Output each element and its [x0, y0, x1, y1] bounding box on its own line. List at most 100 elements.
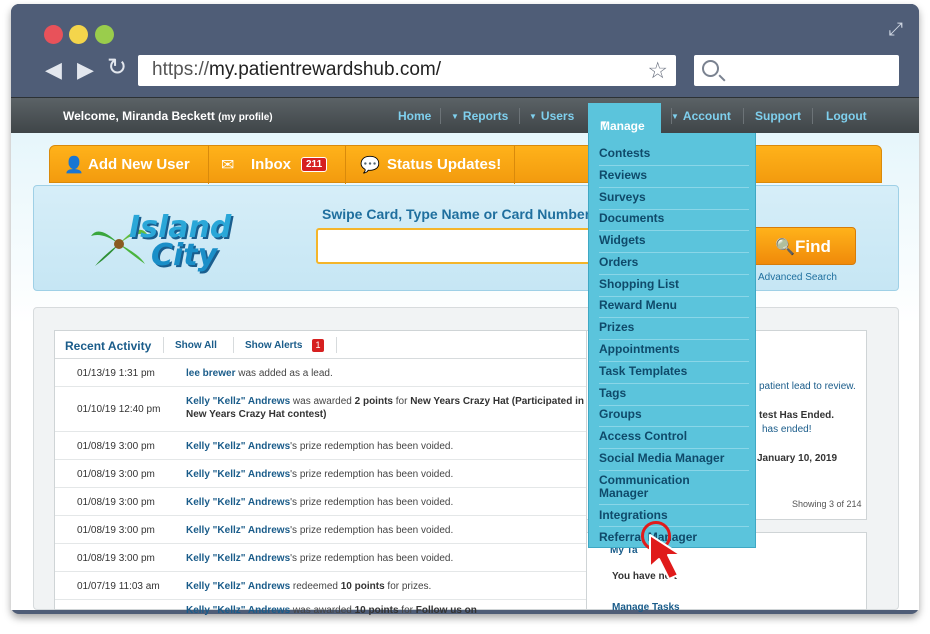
user-link[interactable]: Kelly "Kellz" Andrews: [186, 441, 290, 452]
swipe-card-input[interactable]: [316, 228, 616, 264]
user-link[interactable]: Kelly "Kellz" Andrews: [186, 525, 290, 536]
user-link[interactable]: Kelly "Kellz" Andrews: [186, 605, 290, 616]
header-divider: [233, 337, 234, 353]
top-navigation-bar: Welcome, Miranda Beckett (my profile) Ho…: [11, 97, 919, 133]
menu-item-contests[interactable]: Contests: [599, 147, 749, 160]
minimize-window-button[interactable]: [69, 25, 88, 44]
menu-item-tags[interactable]: Tags: [599, 387, 749, 400]
menu-item-groups[interactable]: Groups: [599, 408, 749, 421]
showing-count: Showing 3 of 214: [792, 499, 862, 509]
menu-divider: [599, 187, 749, 188]
address-bar[interactable]: https://my.patientrewardshub.com/ ☆: [138, 55, 676, 86]
inbox-count-badge: 211: [301, 157, 328, 172]
contest-ended-link[interactable]: has ended!: [762, 424, 812, 435]
close-window-button[interactable]: [44, 25, 63, 44]
envelope-icon: ✉: [221, 157, 235, 174]
menu-divider: [599, 383, 749, 384]
menu-divider: [599, 252, 749, 253]
nav-reports[interactable]: ▼ Reports: [451, 109, 508, 123]
nav-divider: [812, 108, 813, 124]
menu-item-reviews[interactable]: Reviews: [599, 169, 749, 182]
manage-tasks-link[interactable]: Manage Tasks: [612, 602, 680, 613]
user-link[interactable]: Kelly "Kellz" Andrews: [186, 553, 290, 564]
search-icon: 🔍: [775, 239, 795, 256]
user-link[interactable]: Kelly "Kellz" Andrews: [186, 469, 290, 480]
add-new-user-tab[interactable]: 👤 Add New User: [50, 146, 208, 184]
advanced-search-link[interactable]: Advanced Search: [758, 272, 837, 283]
activity-date: 01/08/19 3:00 pm: [77, 553, 155, 564]
nav-logout[interactable]: Logout: [826, 109, 867, 123]
chat-bubble-icon: 💬: [360, 157, 380, 174]
menu-divider: [599, 209, 749, 210]
cursor-arrow-icon: [649, 534, 682, 580]
browser-chrome: ◀ ▶ ↻ https://my.patientrewardshub.com/ …: [11, 4, 919, 101]
find-button[interactable]: 🔍 Find: [746, 227, 856, 265]
user-link[interactable]: Kelly "Kellz" Andrews: [186, 581, 290, 592]
menu-item-reward-menu[interactable]: Reward Menu: [599, 299, 749, 312]
user-link[interactable]: Kelly "Kellz" Andrews: [186, 396, 290, 407]
menu-item-communication-manager[interactable]: Communication Manager: [599, 474, 719, 500]
user-link[interactable]: lee brewer: [186, 368, 235, 379]
my-profile-link[interactable]: (my profile): [218, 112, 272, 123]
action-tabs-bar: 👤 Add New User ✉ Inbox 211 💬 Status Upda…: [49, 145, 882, 184]
menu-divider: [599, 317, 749, 318]
status-updates-label: Status Updates!: [387, 156, 502, 173]
menu-item-social-media-manager[interactable]: Social Media Manager: [599, 452, 749, 465]
activity-date: 01/08/19 3:00 pm: [77, 525, 155, 536]
add-user-icon: 👤: [64, 157, 84, 174]
nav-support[interactable]: Support: [755, 109, 801, 123]
activity-row: 01/08/19 3:00 pm Kelly "Kellz" Andrews's…: [55, 460, 586, 488]
find-label: Find: [795, 237, 831, 256]
menu-item-appointments[interactable]: Appointments: [599, 343, 749, 356]
menu-item-task-templates[interactable]: Task Templates: [599, 365, 749, 378]
swipe-card-label: Swipe Card, Type Name or Card Number: [322, 206, 591, 222]
logo-text: Island City: [129, 210, 232, 273]
menu-divider: [599, 165, 749, 166]
menu-item-orders[interactable]: Orders: [599, 256, 749, 269]
header-divider: [336, 337, 337, 353]
activity-text: Kelly "Kellz" Andrews's prize redemption…: [186, 525, 454, 536]
bookmark-star-icon[interactable]: ☆: [647, 57, 668, 84]
forward-arrow-icon[interactable]: ▶: [77, 59, 94, 81]
chevron-down-icon: ▼: [451, 112, 459, 121]
user-link[interactable]: Kelly "Kellz" Andrews: [186, 497, 290, 508]
reload-icon[interactable]: ↻: [107, 56, 127, 80]
status-updates-tab[interactable]: 💬 Status Updates!: [346, 146, 514, 184]
header-divider: [163, 337, 164, 353]
nav-users[interactable]: ▼ Users: [529, 109, 574, 123]
activity-text: Kelly "Kellz" Andrews was awarded 2 poin…: [186, 396, 584, 420]
nav-divider: [519, 108, 520, 124]
menu-item-documents[interactable]: Documents: [599, 212, 749, 225]
activity-date: 01/08/19 3:00 pm: [77, 441, 155, 452]
recent-activity-title: Recent Activity: [65, 339, 152, 353]
fullscreen-icon[interactable]: ⤢: [889, 19, 903, 40]
menu-divider: [599, 426, 749, 427]
show-alerts-link[interactable]: Show Alerts: [245, 340, 302, 351]
activity-text: Kelly "Kellz" Andrews's prize redemption…: [186, 497, 454, 508]
show-all-link[interactable]: Show All: [175, 340, 217, 351]
nav-divider: [743, 108, 744, 124]
contest-date: January 10, 2019: [757, 453, 838, 464]
activity-row: 01/08/19 3:00 pm Kelly "Kellz" Andrews's…: [55, 432, 586, 460]
chevron-down-icon: ▼: [529, 112, 537, 121]
nav-home[interactable]: Home: [398, 109, 431, 123]
menu-item-surveys[interactable]: Surveys: [599, 191, 749, 204]
menu-item-access-control[interactable]: Access Control: [599, 430, 749, 443]
back-arrow-icon[interactable]: ◀: [45, 59, 62, 81]
nav-account[interactable]: ▼ Account: [671, 109, 731, 123]
inbox-tab[interactable]: ✉ Inbox 211: [209, 146, 345, 184]
activity-text: lee brewer was added as a lead.: [186, 368, 333, 379]
menu-item-prizes[interactable]: Prizes: [599, 321, 749, 334]
menu-item-shopping-list[interactable]: Shopping List: [599, 278, 749, 291]
welcome-text: Welcome, Miranda Beckett (my profile): [63, 109, 273, 123]
menu-divider: [599, 470, 749, 471]
menu-divider: [599, 448, 749, 449]
activity-text: Kelly "Kellz" Andrews's prize redemption…: [186, 441, 454, 452]
menu-divider: [599, 296, 749, 297]
maximize-window-button[interactable]: [95, 25, 114, 44]
lead-review-link[interactable]: patient lead to review.: [759, 381, 856, 392]
browser-search-field[interactable]: [694, 55, 899, 86]
nav-manage[interactable]: ▼ Manage: [588, 103, 661, 133]
menu-item-integrations[interactable]: Integrations: [599, 509, 749, 522]
menu-item-widgets[interactable]: Widgets: [599, 234, 749, 247]
